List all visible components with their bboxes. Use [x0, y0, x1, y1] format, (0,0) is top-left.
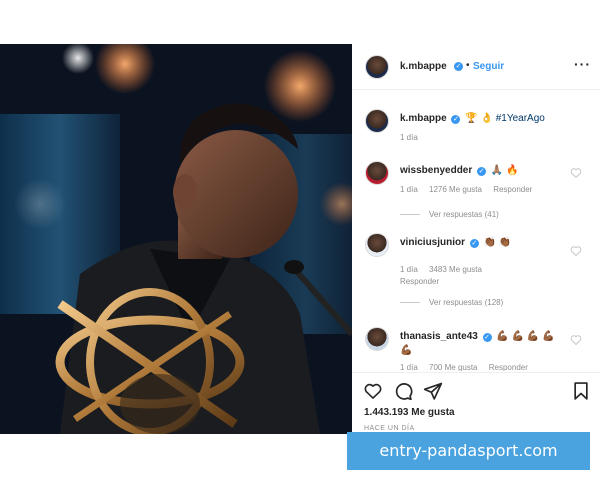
comment-text: wissbenyedder ✓ 🙏🏽 🔥 — [400, 165, 519, 176]
author-avatar[interactable] — [365, 55, 389, 79]
comment-text: thanasis_ante43 ✓ 💪🏾 💪🏾 💪🏾 💪🏾 — [400, 331, 555, 342]
heart-icon[interactable] — [363, 381, 383, 401]
comment-emojis: 💪🏾 💪🏾 💪🏾 💪🏾 — [496, 331, 555, 342]
verified-badge-icon: ✓ — [451, 115, 461, 124]
comment-time: 1 día — [400, 185, 418, 194]
post-photo[interactable] — [0, 44, 352, 434]
watermark-banner: entry-pandasport.com — [347, 432, 590, 470]
caption: k.mbappe ✓ 🏆 👌 #1YearAgo — [400, 113, 545, 124]
comment-emojis: 👏🏾 👏🏾 — [483, 237, 512, 248]
comment-icon[interactable] — [393, 381, 413, 401]
verified-badge-icon: ✓ — [477, 167, 487, 176]
comment-likes[interactable]: 3483 Me gusta — [429, 265, 482, 274]
separator-dot: • — [466, 60, 470, 71]
comment-like-heart-icon[interactable] — [570, 334, 582, 346]
more-options-button[interactable]: ··· — [574, 56, 591, 72]
comment-meta: 1 día 1276 Me gusta Responder — [400, 185, 541, 194]
caption-emojis: 🏆 👌 — [465, 113, 493, 124]
comment-emojis: 🙏🏽 🔥 — [490, 165, 519, 176]
verified-badge-icon: ✓ — [454, 62, 463, 71]
reply-button[interactable]: Responder — [400, 277, 439, 286]
post-actions: 1.443.193 Me gusta HACE UN DÍA — [352, 372, 600, 434]
comment-avatar[interactable] — [365, 161, 389, 185]
likes-count[interactable]: 1.443.193 Me gusta — [364, 407, 455, 418]
comment-like-heart-icon[interactable] — [570, 245, 582, 257]
comment-time: 1 día — [400, 265, 418, 274]
follow-button[interactable]: Seguir — [473, 61, 504, 72]
replies-divider — [400, 302, 420, 304]
author-username[interactable]: k.mbappe — [400, 61, 447, 72]
verified-badge-icon: ✓ — [482, 333, 492, 342]
comment-likes[interactable]: 700 Me gusta — [429, 363, 477, 371]
view-replies-label: Ver respuestas (41) — [429, 210, 499, 219]
caption-time: 1 día — [400, 133, 418, 142]
verified-badge-icon: ✓ — [469, 239, 479, 248]
share-icon[interactable] — [423, 381, 443, 401]
comment-avatar[interactable] — [365, 327, 389, 351]
comments-list[interactable]: k.mbappe ✓ 🏆 👌 #1YearAgo 1 día wissbenye… — [352, 91, 600, 371]
comment-username[interactable]: viniciusjunior — [400, 237, 465, 248]
comment-meta: 1 día 700 Me gusta Responder — [400, 363, 537, 371]
view-replies-label: Ver respuestas (128) — [429, 298, 504, 307]
caption-hashtag[interactable]: #1YearAgo — [496, 113, 545, 124]
view-replies-button[interactable]: Ver respuestas (41) — [400, 210, 499, 219]
photo-illustration — [0, 44, 352, 434]
post-time-ago: HACE UN DÍA — [364, 425, 415, 432]
view-replies-button[interactable]: Ver respuestas (128) — [400, 298, 503, 307]
comment-likes[interactable]: 1276 Me gusta — [429, 185, 482, 194]
replies-divider — [400, 214, 420, 216]
post-side-panel: k.mbappe ✓ • Seguir ··· k.mbappe ✓ 🏆 👌 #… — [352, 44, 600, 434]
comment-username[interactable]: thanasis_ante43 — [400, 331, 478, 342]
comment-meta: 1 día 3483 Me gusta — [400, 265, 491, 274]
caption-avatar[interactable] — [365, 109, 389, 133]
reply-button[interactable]: Responder — [493, 185, 532, 194]
reply-button[interactable]: Responder — [489, 363, 528, 371]
comment-like-heart-icon[interactable] — [570, 167, 582, 179]
comment-username[interactable]: wissbenyedder — [400, 165, 472, 176]
comment-avatar[interactable] — [365, 233, 389, 257]
bookmark-icon[interactable] — [571, 381, 591, 401]
comment-time: 1 día — [400, 363, 418, 371]
comment-text: viniciusjunior ✓ 👏🏾 👏🏾 — [400, 237, 511, 248]
post-header: k.mbappe ✓ • Seguir ··· — [352, 44, 600, 90]
comment-emojis-continued: 💪🏾 — [400, 345, 413, 356]
comment-meta-reply: Responder — [400, 277, 448, 286]
caption-username[interactable]: k.mbappe — [400, 113, 447, 124]
